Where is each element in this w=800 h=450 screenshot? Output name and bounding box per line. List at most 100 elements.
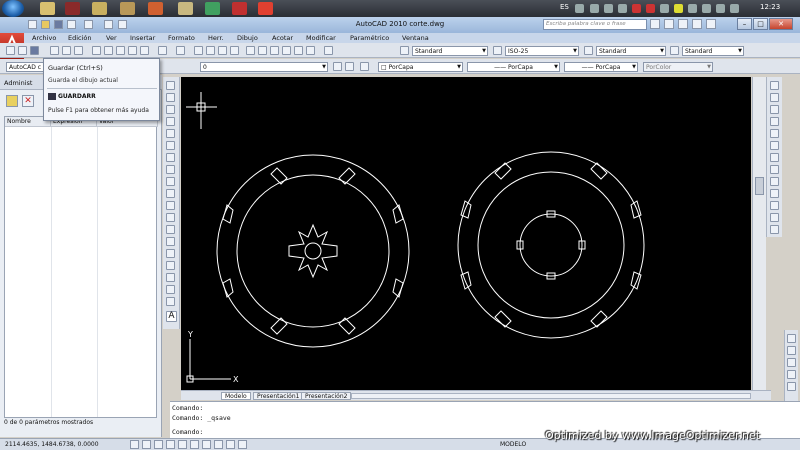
search-input[interactable]: Escriba palabra clave o frase xyxy=(543,19,647,30)
bring-above-icon[interactable] xyxy=(787,358,796,367)
pan-icon[interactable] xyxy=(194,46,203,55)
extend-icon[interactable] xyxy=(770,201,779,210)
scrollbar-thumb[interactable] xyxy=(755,177,764,195)
subscription-icon[interactable] xyxy=(664,19,674,29)
menu-herr[interactable]: Herr. xyxy=(208,34,224,42)
media-icon[interactable] xyxy=(65,2,80,15)
messenger-icon[interactable] xyxy=(205,2,220,15)
hatch-icon[interactable] xyxy=(166,249,175,258)
tray-icon[interactable] xyxy=(702,4,711,13)
parameters-table[interactable]: Nombre Expresión Valor xyxy=(4,116,158,418)
circle-icon[interactable] xyxy=(166,153,175,162)
design-center-icon[interactable] xyxy=(258,46,267,55)
paste-icon[interactable] xyxy=(116,46,125,55)
menu-edicion[interactable]: Edición xyxy=(68,34,92,42)
lineweight-icon[interactable] xyxy=(226,440,235,449)
scale-icon[interactable] xyxy=(770,165,779,174)
menu-archivo[interactable]: Archivo xyxy=(32,34,56,42)
dim-style-select[interactable]: ISO-25 ▼ xyxy=(505,46,579,56)
polyline-icon[interactable] xyxy=(166,105,175,114)
zoom-realtime-icon[interactable] xyxy=(206,46,215,55)
folder-icon[interactable] xyxy=(120,2,135,15)
text-style-icon[interactable] xyxy=(400,46,409,55)
close-button[interactable]: ✕ xyxy=(769,18,793,30)
coordinates-readout[interactable]: 2114.4635, 1484.6738, 0.0000 xyxy=(5,441,99,448)
dyn-icon[interactable] xyxy=(214,440,223,449)
tray-icon[interactable] xyxy=(632,4,641,13)
text-icon[interactable]: A xyxy=(166,311,177,322)
multileader-style-select[interactable]: Standard ▼ xyxy=(682,46,744,56)
browser-icon[interactable] xyxy=(148,2,163,15)
autocad-taskbar-icon[interactable] xyxy=(258,2,273,15)
minimize-button[interactable]: – xyxy=(737,18,752,30)
undo-icon[interactable] xyxy=(158,46,167,55)
color-select[interactable]: □ PorCapa ▼ xyxy=(378,62,463,72)
osnap-icon[interactable] xyxy=(178,440,187,449)
construction-line-icon[interactable] xyxy=(166,93,175,102)
menu-parametrico[interactable]: Paramétrico xyxy=(350,34,389,42)
preview-icon[interactable] xyxy=(62,46,71,55)
offset-icon[interactable] xyxy=(770,117,779,126)
multileader-style-icon[interactable] xyxy=(670,46,679,55)
model-space-indicator[interactable]: MODELO xyxy=(500,441,526,448)
open-icon[interactable] xyxy=(18,46,27,55)
menu-insertar[interactable]: Insertar xyxy=(130,34,155,42)
block-editor-icon[interactable] xyxy=(140,46,149,55)
tray-icon[interactable] xyxy=(688,4,697,13)
menu-ventana[interactable]: Ventana xyxy=(402,34,429,42)
ellipse-icon[interactable] xyxy=(166,189,175,198)
text-style-select[interactable]: Standard ▼ xyxy=(412,46,488,56)
tray-icon[interactable] xyxy=(730,4,739,13)
tray-icon[interactable] xyxy=(575,4,584,13)
command-prompt[interactable]: Comando: xyxy=(172,428,203,436)
drawing-canvas[interactable]: Y X xyxy=(181,77,751,390)
redo-icon[interactable] xyxy=(176,46,185,55)
text-front-icon[interactable] xyxy=(787,382,796,391)
table-icon[interactable] xyxy=(166,285,175,294)
tab-presentacion2[interactable]: Presentación2 xyxy=(301,392,352,400)
ellipse-arc-icon[interactable] xyxy=(166,201,175,210)
folder-icon[interactable] xyxy=(178,2,193,15)
revision-cloud-icon[interactable] xyxy=(166,165,175,174)
properties-icon[interactable] xyxy=(246,46,255,55)
snap-icon[interactable] xyxy=(130,440,139,449)
arc-icon[interactable] xyxy=(166,141,175,150)
search-icon[interactable] xyxy=(650,19,660,29)
grid-icon[interactable] xyxy=(142,440,151,449)
multiline-text-icon[interactable] xyxy=(166,297,175,306)
new-icon[interactable] xyxy=(6,46,15,55)
save-icon[interactable] xyxy=(30,46,39,55)
maximize-button[interactable]: □ xyxy=(753,18,768,30)
fillet-icon[interactable] xyxy=(770,213,779,222)
zoom-window-icon[interactable] xyxy=(218,46,227,55)
point-icon[interactable] xyxy=(166,237,175,246)
bring-front-icon[interactable] xyxy=(787,334,796,343)
match-properties-icon[interactable] xyxy=(128,46,137,55)
tray-icon[interactable] xyxy=(590,4,599,13)
tray-icon[interactable] xyxy=(660,4,669,13)
stretch-icon[interactable] xyxy=(770,177,779,186)
tab-modelo[interactable]: Modelo xyxy=(221,392,251,400)
menu-formato[interactable]: Formato xyxy=(168,34,195,42)
send-under-icon[interactable] xyxy=(787,370,796,379)
language-indicator[interactable]: ES xyxy=(560,3,569,11)
markup-icon[interactable] xyxy=(294,46,303,55)
region-icon[interactable] xyxy=(166,273,175,282)
table-style-select[interactable]: Standard ▼ xyxy=(596,46,666,56)
vertical-scrollbar[interactable] xyxy=(752,77,766,390)
otrack-icon[interactable] xyxy=(190,440,199,449)
send-back-icon[interactable] xyxy=(787,346,796,355)
publish-icon[interactable] xyxy=(74,46,83,55)
explorer-icon[interactable] xyxy=(40,2,55,15)
explode-icon[interactable] xyxy=(770,225,779,234)
sheet-set-icon[interactable] xyxy=(282,46,291,55)
spline-icon[interactable] xyxy=(166,177,175,186)
print-icon[interactable] xyxy=(50,46,59,55)
layer-previous-icon[interactable] xyxy=(345,62,354,71)
gradient-icon[interactable] xyxy=(166,261,175,270)
new-parameter-icon[interactable] xyxy=(6,95,18,107)
tool-palettes-icon[interactable] xyxy=(270,46,279,55)
help-icon[interactable] xyxy=(324,46,333,55)
copy-icon[interactable] xyxy=(104,46,113,55)
ortho-icon[interactable] xyxy=(154,440,163,449)
